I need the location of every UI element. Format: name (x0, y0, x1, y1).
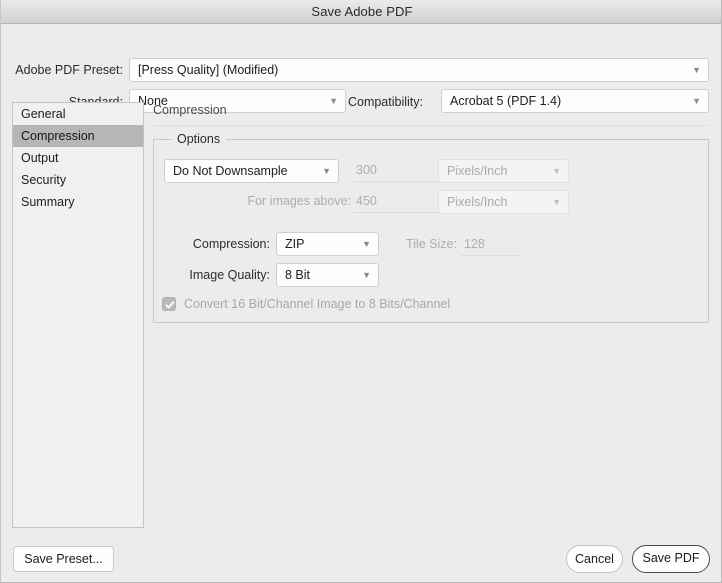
sidebar-item-label: Compression (21, 129, 95, 143)
save-adobe-pdf-dialog: Save Adobe PDF Adobe PDF Preset: [Press … (0, 0, 722, 583)
tile-size-label: Tile Size: (406, 237, 457, 251)
compression-label: Compression: (192, 237, 270, 251)
compression-select[interactable]: ZIP ▼ (276, 232, 379, 256)
sidebar-item-output[interactable]: Output (13, 147, 143, 169)
preset-section: Adobe PDF Preset: [Press Quality] (Modif… (1, 25, 721, 113)
tile-size-input[interactable]: 128 (461, 234, 521, 256)
for-images-above-input[interactable]: 450 (353, 191, 439, 213)
pane-title: Compression (153, 103, 227, 117)
chevron-down-icon: ▼ (692, 96, 701, 106)
downsample-value: Do Not Downsample (173, 164, 288, 178)
checkbox-checked-icon[interactable] (162, 297, 176, 311)
resolution-unit-value: Pixels/Inch (447, 164, 508, 178)
chevron-down-icon: ▼ (692, 65, 701, 75)
settings-category-list[interactable]: General Compression Output Security Summ… (12, 102, 144, 528)
sidebar-item-label: Output (21, 151, 59, 165)
downsample-select[interactable]: Do Not Downsample ▼ (164, 159, 339, 183)
compression-value: ZIP (285, 237, 305, 251)
sidebar-item-label: General (21, 107, 66, 121)
convert-16bit-checkbox-label: Convert 16 Bit/Channel Image to 8 Bits/C… (184, 297, 451, 311)
chevron-down-icon: ▼ (362, 239, 371, 249)
compatibility-select[interactable]: Acrobat 5 (PDF 1.4) ▼ (441, 89, 709, 113)
for-images-above-unit-value: Pixels/Inch (447, 195, 508, 209)
resolution-input[interactable]: 300 (353, 160, 439, 182)
chevron-down-icon: ▼ (322, 166, 331, 176)
adobe-pdf-preset-label: Adobe PDF Preset: (15, 63, 123, 77)
for-images-above-label: For images above: (247, 194, 351, 208)
chevron-down-icon: ▼ (552, 197, 561, 207)
dialog-title: Save Adobe PDF (311, 4, 413, 19)
adobe-pdf-preset-select[interactable]: [Press Quality] (Modified) ▼ (129, 58, 709, 82)
chevron-down-icon: ▼ (552, 166, 561, 176)
cancel-button[interactable]: Cancel (566, 545, 623, 573)
save-preset-button[interactable]: Save Preset... (13, 546, 114, 572)
compatibility-value: Acrobat 5 (PDF 1.4) (450, 94, 562, 108)
image-quality-label: Image Quality: (189, 268, 270, 282)
sidebar-item-compression[interactable]: Compression (13, 125, 143, 147)
for-images-above-unit-select[interactable]: Pixels/Inch ▼ (438, 190, 569, 214)
sidebar-item-label: Security (21, 173, 67, 187)
pane-divider (153, 125, 709, 126)
chevron-down-icon: ▼ (362, 270, 371, 280)
compatibility-label: Compatibility: (347, 95, 423, 109)
options-group-legend: Options (171, 132, 227, 146)
sidebar-item-label: Summary (21, 195, 75, 209)
sidebar-item-security[interactable]: Security (13, 169, 143, 191)
image-quality-value: 8 Bit (285, 268, 311, 282)
title-bar: Save Adobe PDF (1, 0, 721, 24)
resolution-unit-select[interactable]: Pixels/Inch ▼ (438, 159, 569, 183)
adobe-pdf-preset-value: [Press Quality] (Modified) (138, 63, 279, 77)
image-quality-select[interactable]: 8 Bit ▼ (276, 263, 379, 287)
save-pdf-button[interactable]: Save PDF (632, 545, 710, 573)
sidebar-item-general[interactable]: General (13, 103, 143, 125)
sidebar-item-summary[interactable]: Summary (13, 191, 143, 213)
